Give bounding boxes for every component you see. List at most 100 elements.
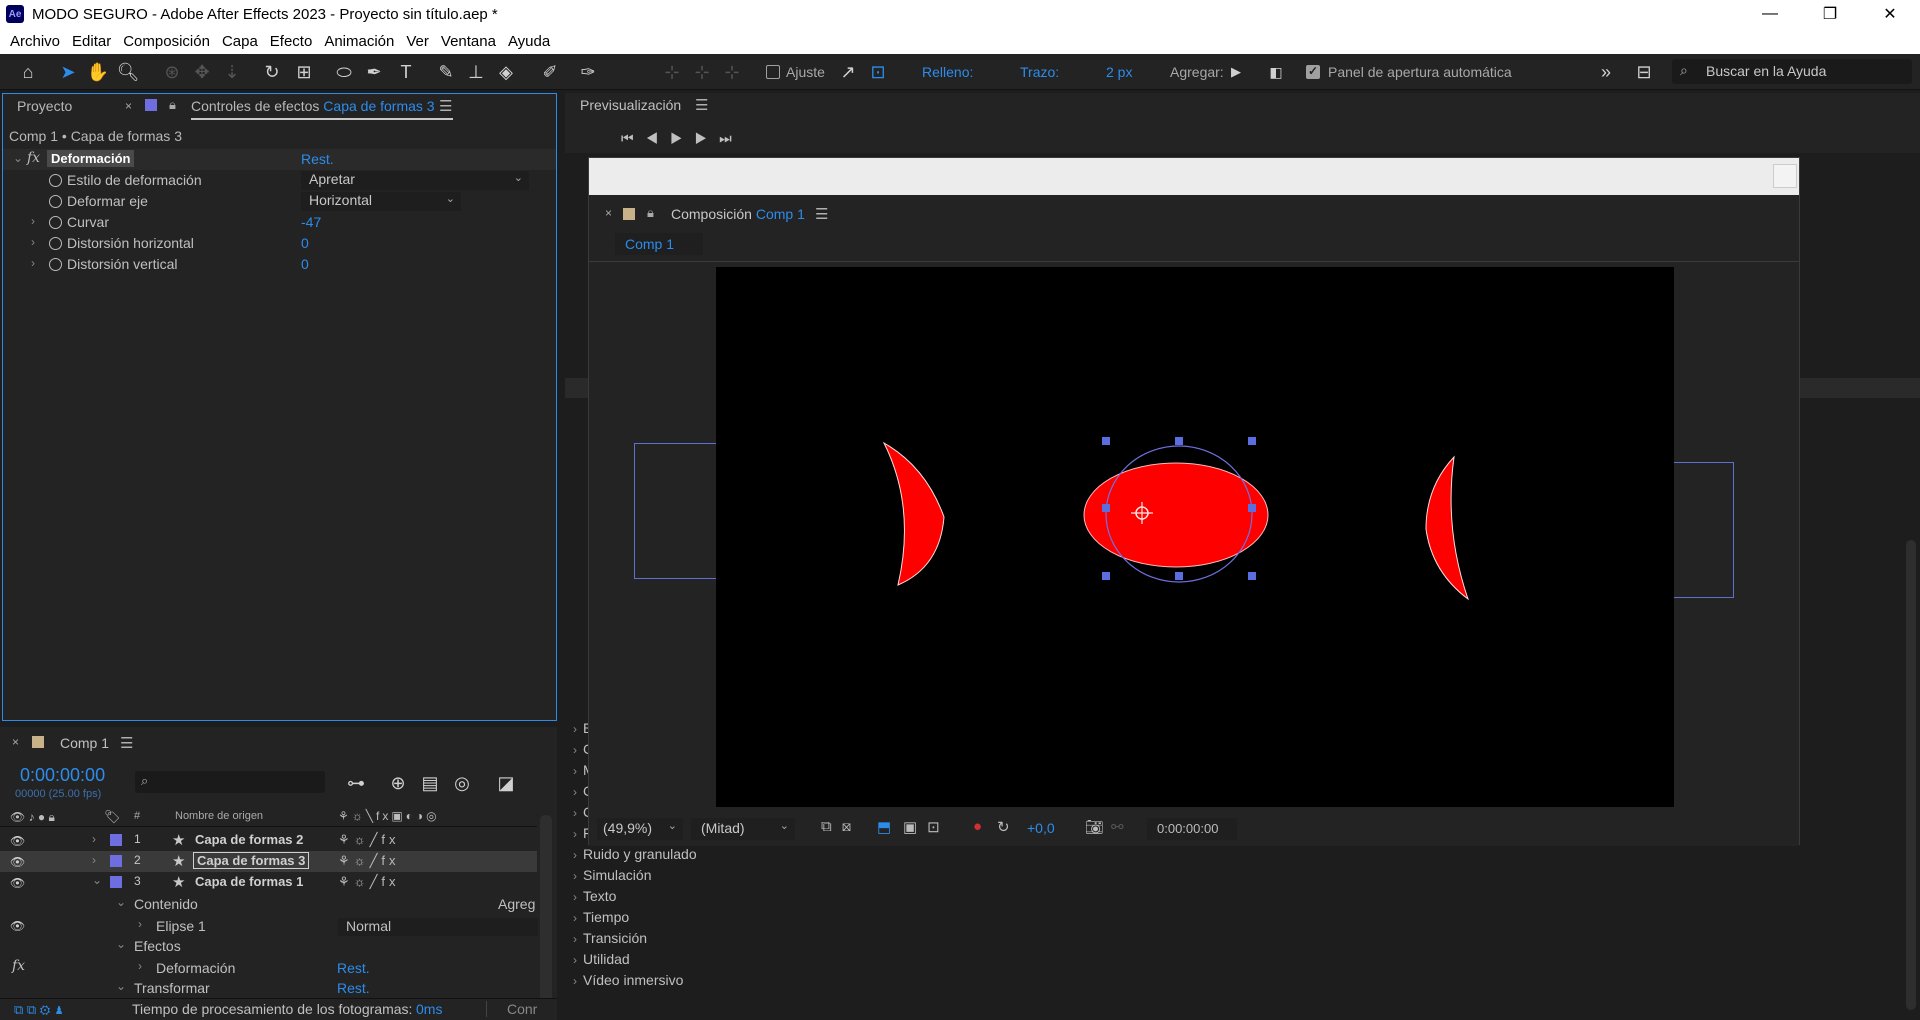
snap-icon[interactable]: ↗	[836, 60, 860, 84]
snapshot-icon[interactable]: 📷︎	[1085, 818, 1104, 836]
prop-value[interactable]: 0	[301, 235, 309, 251]
workspace-icon[interactable]: ⊟	[1632, 60, 1656, 84]
estilo-dropdown[interactable]: Apretar ⌄	[301, 171, 529, 190]
close-tab-icon[interactable]: ×	[12, 735, 19, 749]
stopwatch-icon[interactable]	[49, 174, 62, 187]
menu-efecto[interactable]: Efecto	[270, 33, 313, 50]
region-interest-icons[interactable]: ▣⊡	[903, 818, 950, 836]
chevron-right-icon[interactable]: ›	[92, 853, 96, 867]
effect-category[interactable]: › Texto	[573, 888, 616, 904]
chevron-right-icon[interactable]: ›	[31, 256, 35, 270]
layer-row[interactable]: 👁 › 1 ★ Capa de formas 2 ⚘☼╱fx	[0, 830, 537, 851]
bezier-icon[interactable]: ◧	[1264, 60, 1288, 84]
ajuste-checkbox[interactable]	[766, 65, 780, 79]
menu-capa[interactable]: Capa	[222, 33, 258, 50]
chevron-down-icon[interactable]: ⌄	[116, 937, 126, 951]
stopwatch-icon[interactable]	[49, 258, 62, 271]
roto-brush-icon[interactable]: ✐	[538, 60, 562, 84]
menu-animacion[interactable]: Animación	[324, 33, 394, 50]
composition-tab[interactable]: Composición Comp 1	[671, 206, 805, 222]
layer-row[interactable]: 👁 › 2 ★ Capa de formas 3 ⚘☼╱fx	[0, 851, 537, 872]
motion-blur-icon[interactable]: ◎	[450, 771, 474, 795]
pen-tool-icon[interactable]: ✒	[362, 60, 386, 84]
transformar-row[interactable]: ⌄ Transformar Rest.	[0, 978, 537, 999]
chevron-right-icon[interactable]: ›	[138, 959, 142, 973]
chevron-down-icon[interactable]: ⌄	[116, 895, 126, 909]
orbit-camera-icon[interactable]: ⊛	[160, 60, 184, 84]
tab-effect-controls[interactable]: Controles de efectos Capa de formas 3	[191, 98, 435, 114]
playback-controls[interactable]: ⏮◀▶▶⏭	[621, 130, 744, 147]
draft-3d-icon[interactable]: ⊕	[386, 771, 410, 795]
effect-category[interactable]: › Vídeo inmersivo	[573, 972, 683, 988]
exposure-value[interactable]: +0,0	[1027, 820, 1055, 836]
stroke-label[interactable]: Trazo:	[1020, 64, 1059, 80]
chevron-down-icon[interactable]: ⌄	[116, 979, 126, 993]
label-color-box[interactable]	[110, 876, 122, 888]
fx-icon[interactable]: fx	[27, 150, 40, 166]
selection-tool-icon[interactable]: ➤	[56, 60, 80, 84]
eraser-tool-icon[interactable]: ◈	[494, 60, 518, 84]
zoom-dropdown[interactable]: (49,9%) ⌄	[597, 818, 683, 840]
graph-editor-icon[interactable]: ◪	[494, 771, 518, 795]
left-crescent-shape[interactable]	[882, 441, 945, 586]
mask-visibility-icon[interactable]: ⬒	[877, 818, 891, 836]
effect-category[interactable]: › Simulación	[573, 867, 651, 883]
stroke-width[interactable]: 2 px	[1106, 64, 1132, 80]
brush-tool-icon[interactable]: ✎	[434, 60, 458, 84]
comp-mini-flowchart-icon[interactable]: ⊶	[344, 771, 368, 795]
effect-category[interactable]: › Ruido y granulado	[573, 846, 697, 862]
deformacion-reset[interactable]: Rest.	[337, 960, 370, 976]
menu-ayuda[interactable]: Ayuda	[508, 33, 550, 50]
type-tool-icon[interactable]: T	[394, 60, 418, 84]
visibility-icon[interactable]: 👁	[10, 876, 25, 890]
status-icons[interactable]: ⧉ ⧉ ⚙ ♟	[14, 1002, 64, 1018]
rotate-tool-icon[interactable]: ↻	[260, 60, 284, 84]
resolution-dropdown[interactable]: (Mitad) ⌄	[691, 818, 795, 840]
close-icon[interactable]	[1773, 164, 1797, 188]
comp-flow-tab[interactable]: Comp 1	[615, 233, 703, 255]
preview-title[interactable]: Previsualización	[580, 97, 681, 113]
effect-reset[interactable]: Rest.	[301, 151, 334, 167]
effect-category[interactable]: › Transición	[573, 930, 647, 946]
fx-icon[interactable]: fx	[12, 958, 25, 974]
puppet-pin-icon[interactable]: ✑	[576, 60, 600, 84]
timeline-timecode[interactable]: 0:00:00:00	[20, 765, 105, 786]
prop-value[interactable]: -47	[301, 214, 321, 230]
effect-header-row[interactable]: ⌄ fx Deformación Rest.	[3, 149, 556, 170]
close-tab-icon[interactable]: ×	[125, 99, 132, 113]
chevron-right-icon[interactable]: ›	[92, 832, 96, 846]
tab-project[interactable]: Proyecto	[17, 98, 72, 114]
add-content-button[interactable]: Agreg	[498, 896, 535, 912]
zoom-tool-icon[interactable]: 🔍︎	[116, 60, 140, 84]
hide-shy-icon[interactable]: ▤	[418, 771, 442, 795]
lock-icon[interactable]: 🔒︎	[647, 205, 654, 221]
snap-options-icon[interactable]: ⊡	[866, 60, 890, 84]
comp-timecode[interactable]: 0:00:00:00	[1147, 818, 1237, 840]
contenido-row[interactable]: ⌄ Contenido Agreg	[0, 894, 537, 915]
layer-switches[interactable]: ⚘☼╱fx	[338, 832, 400, 848]
visibility-icon[interactable]: 👁	[10, 919, 25, 933]
timeline-search-input[interactable]: ⌕	[135, 771, 325, 793]
transformar-reset[interactable]: Rest.	[337, 980, 370, 996]
comp-window-titlebar[interactable]	[589, 158, 1799, 195]
dolly-camera-icon[interactable]: ⇣	[220, 60, 244, 84]
expand-icon[interactable]: »	[1594, 60, 1618, 84]
effect-category[interactable]: › Utilidad	[573, 951, 630, 967]
label-color-box[interactable]	[110, 855, 122, 867]
chevron-right-icon[interactable]: ›	[138, 917, 142, 931]
clone-stamp-icon[interactable]: ⊥	[464, 60, 488, 84]
layer-switches[interactable]: ⚘☼╱fx	[338, 874, 400, 890]
axis-view-icon[interactable]: ⊹	[720, 60, 744, 84]
layer-name[interactable]: Capa de formas 2	[195, 832, 303, 847]
fill-label[interactable]: Relleno:	[922, 64, 973, 80]
menu-archivo[interactable]: Archivo	[10, 33, 60, 50]
pan-camera-icon[interactable]: ✥	[190, 60, 214, 84]
menu-ventana[interactable]: Ventana	[441, 33, 496, 50]
visibility-icon[interactable]: 👁	[10, 834, 25, 848]
minimize-icon[interactable]: —	[1740, 0, 1800, 28]
help-search[interactable]: ⌕ Buscar en la Ayuda	[1672, 59, 1912, 84]
blend-mode-dropdown[interactable]: Normal	[338, 918, 538, 936]
close-icon[interactable]: ✕	[1860, 0, 1920, 28]
panel-menu-icon[interactable]: ☰	[439, 97, 452, 115]
timeline-comp-tab[interactable]: Comp 1	[60, 735, 109, 751]
